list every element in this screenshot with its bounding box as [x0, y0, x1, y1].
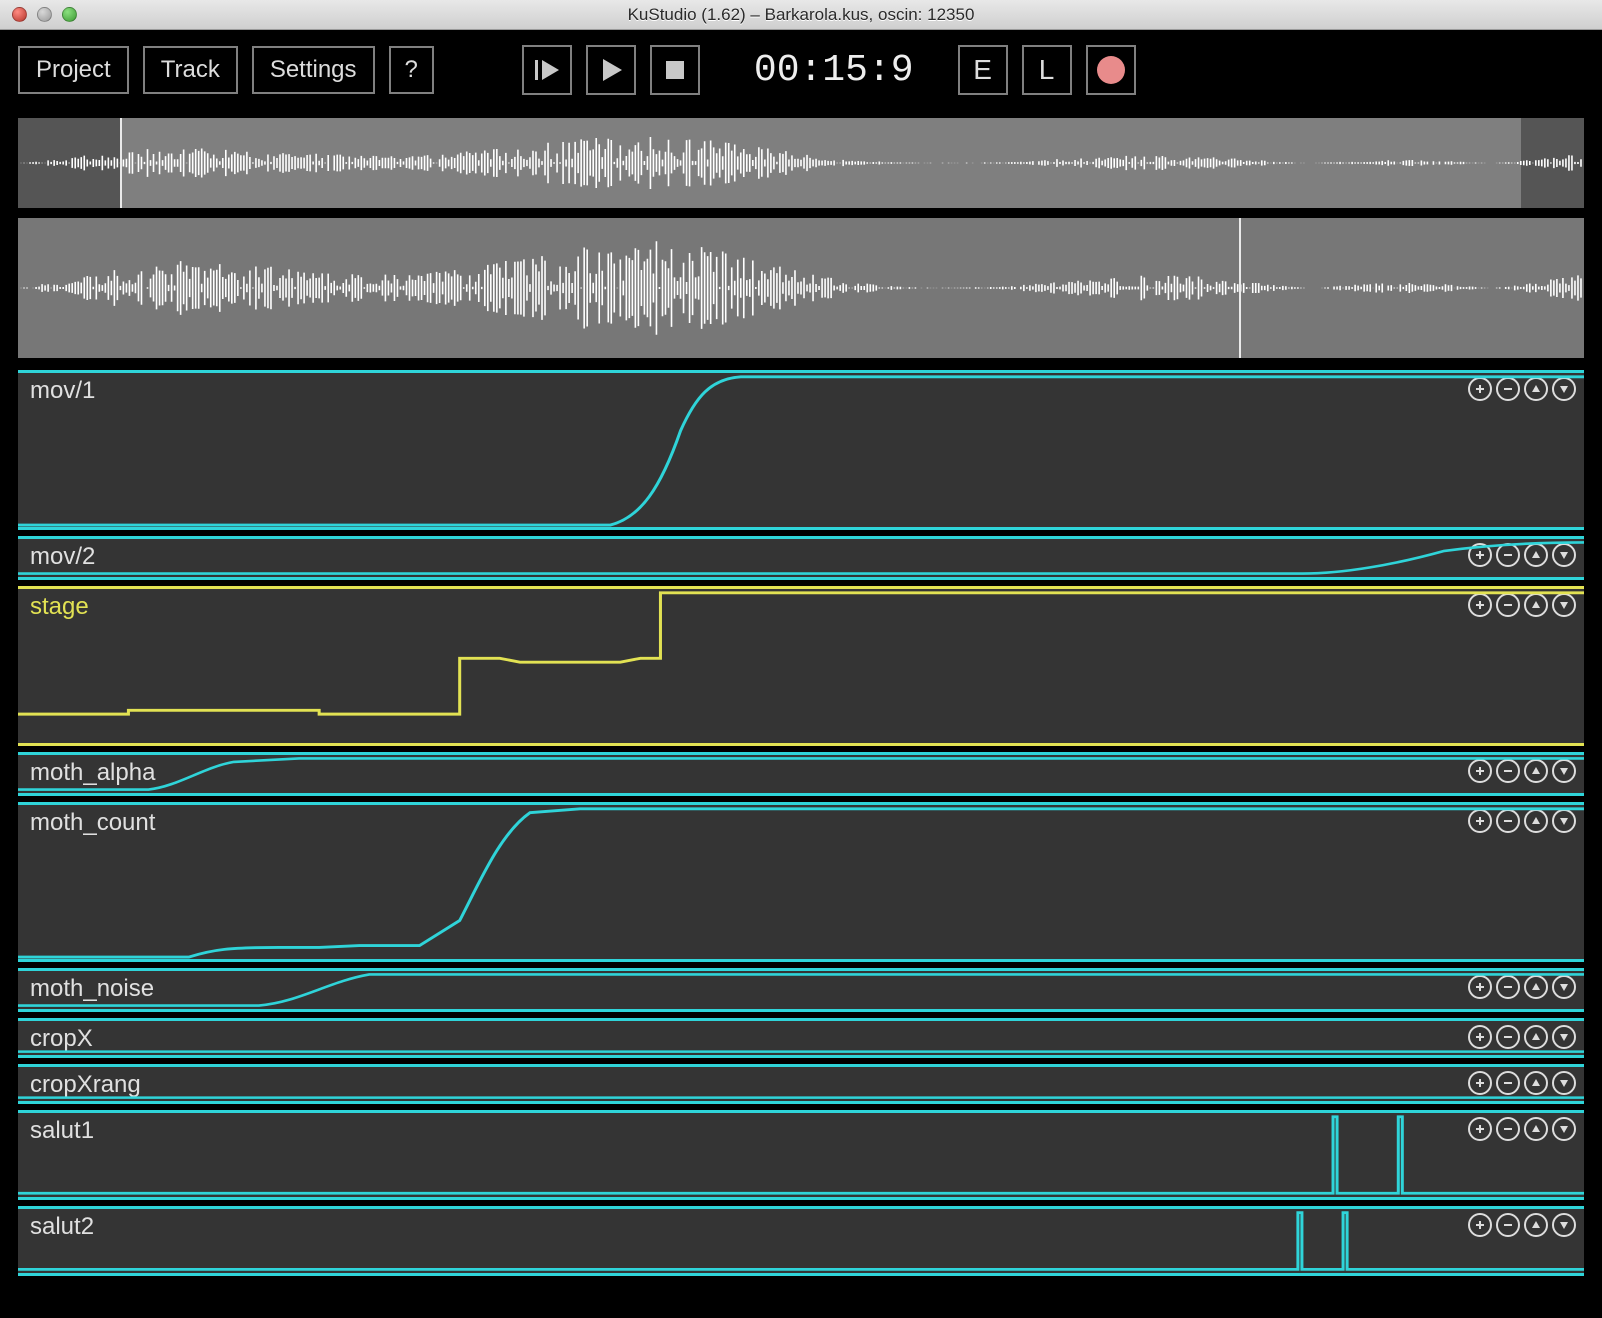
preview-playhead[interactable]: [1239, 218, 1241, 358]
play-button[interactable]: [586, 45, 636, 95]
play-from-start-icon: [533, 56, 561, 84]
track-curve: [18, 539, 1584, 577]
track-curve: [18, 1113, 1584, 1197]
track-curve: [18, 1209, 1584, 1273]
track-row[interactable]: cropX: [18, 1018, 1584, 1058]
overview-wave-graphic: [18, 118, 1584, 208]
overview-playhead[interactable]: [120, 118, 122, 208]
zoom-window-button[interactable]: [62, 7, 77, 22]
track-row[interactable]: stage: [18, 586, 1584, 746]
track-row[interactable]: moth_noise: [18, 968, 1584, 1012]
project-menu[interactable]: Project: [18, 46, 129, 94]
preview-waveform[interactable]: [18, 218, 1584, 358]
window-title: KuStudio (1.62) – Barkarola.kus, oscin: …: [0, 5, 1602, 25]
track-menu[interactable]: Track: [143, 46, 238, 94]
stop-icon: [661, 56, 689, 84]
record-icon: [1097, 56, 1125, 84]
play-from-start-button[interactable]: [522, 45, 572, 95]
play-icon: [597, 56, 625, 84]
track-row[interactable]: salut2: [18, 1206, 1584, 1276]
track-row[interactable]: cropXrang: [18, 1064, 1584, 1104]
track-curve: [18, 373, 1584, 527]
track-row[interactable]: mov/1: [18, 370, 1584, 530]
track-curve: [18, 971, 1584, 1009]
track-curve: [18, 805, 1584, 959]
track-row[interactable]: mov/2: [18, 536, 1584, 580]
track-row[interactable]: salut1: [18, 1110, 1584, 1200]
help-button[interactable]: ?: [389, 46, 434, 94]
stop-button[interactable]: [650, 45, 700, 95]
timecode-display: 00:15:9: [754, 49, 914, 92]
track-curve: [18, 1021, 1584, 1055]
track-row[interactable]: moth_alpha: [18, 752, 1584, 796]
track-curve: [18, 755, 1584, 793]
main-toolbar: Project Track Settings ? 00:15:9 E L: [0, 30, 1602, 110]
close-window-button[interactable]: [12, 7, 27, 22]
minimize-window-button[interactable]: [37, 7, 52, 22]
edit-mode-button[interactable]: E: [958, 45, 1008, 95]
traffic-lights: [12, 7, 77, 22]
overview-waveform[interactable]: [18, 118, 1584, 208]
preview-wave-graphic: [18, 218, 1584, 358]
record-button[interactable]: [1086, 45, 1136, 95]
loop-mode-button[interactable]: L: [1022, 45, 1072, 95]
track-curve: [18, 589, 1584, 743]
settings-menu[interactable]: Settings: [252, 46, 375, 94]
track-row[interactable]: moth_count: [18, 802, 1584, 962]
track-list: mov/1 mov/2 stage moth_alpha moth_count moth_…: [0, 358, 1602, 1276]
window-titlebar: KuStudio (1.62) – Barkarola.kus, oscin: …: [0, 0, 1602, 30]
track-curve: [18, 1067, 1584, 1101]
